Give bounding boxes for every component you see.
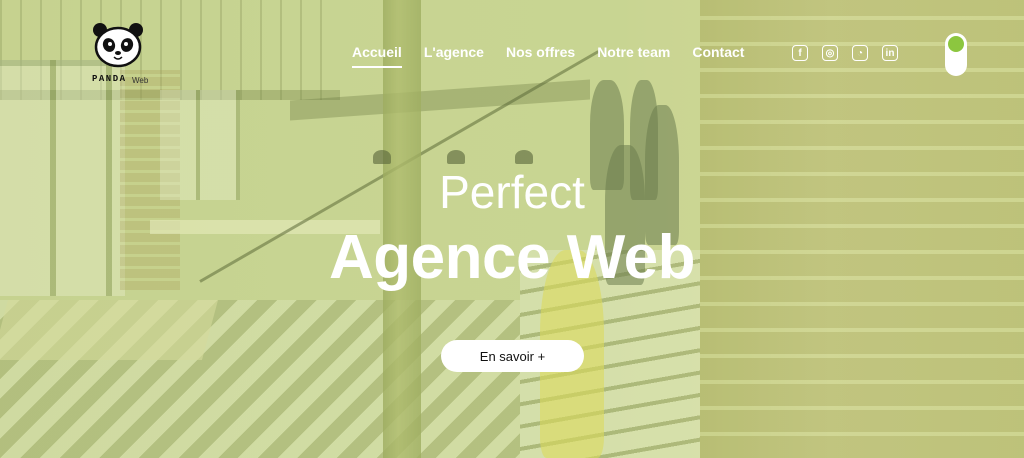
theme-toggle[interactable]	[945, 33, 967, 76]
facebook-icon[interactable]: f	[792, 45, 808, 61]
main-nav: Accueil L'agence Nos offres Notre team C…	[352, 44, 744, 68]
toggle-knob	[948, 36, 964, 52]
nav-item-offres[interactable]: Nos offres	[506, 44, 575, 68]
logo-brand-sub: Web	[132, 76, 149, 85]
linkedin-icon[interactable]: in	[882, 45, 898, 61]
nav-item-agence[interactable]: L'agence	[424, 44, 484, 68]
instagram-icon[interactable]: ◎	[822, 45, 838, 61]
nav-item-accueil[interactable]: Accueil	[352, 44, 402, 68]
panda-logo-icon	[93, 23, 143, 68]
social-links: f ◎ ◔ in	[792, 45, 898, 61]
hero-subtitle: Perfect	[439, 166, 585, 218]
en-savoir-plus-button[interactable]: En savoir +	[441, 340, 584, 372]
logo[interactable]: PANDA Web	[88, 20, 150, 88]
hero-title: Agence Web	[329, 223, 695, 292]
nav-item-contact[interactable]: Contact	[692, 44, 744, 68]
logo-brand-text: PANDA	[92, 74, 127, 84]
github-icon[interactable]: ◔	[852, 45, 868, 61]
nav-item-team[interactable]: Notre team	[597, 44, 670, 68]
